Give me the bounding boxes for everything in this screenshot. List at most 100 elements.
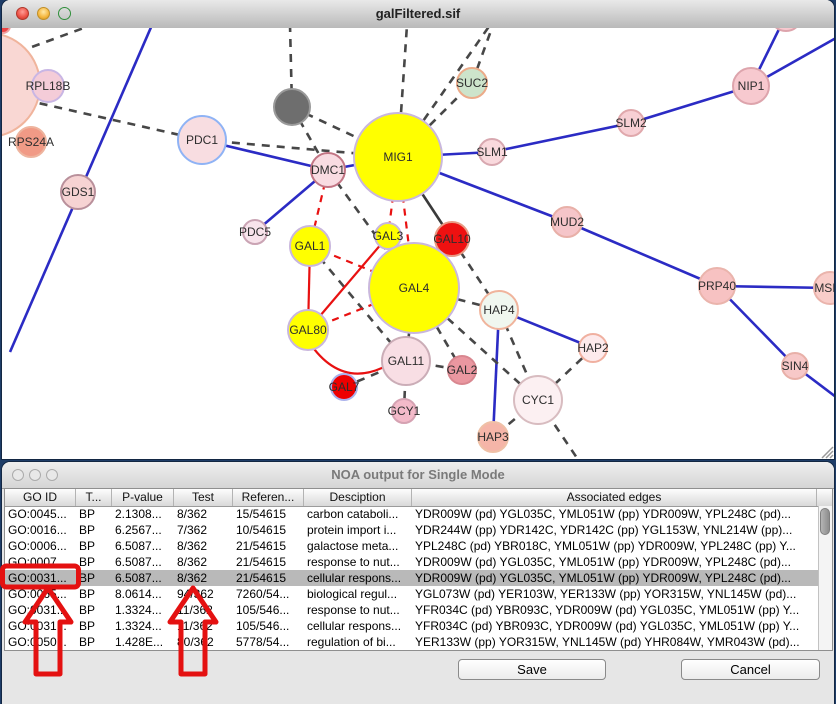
graph-node-label: GDS1 xyxy=(62,185,95,199)
graph-node-label: RPS24A xyxy=(8,135,54,149)
graph-node-label: PDC1 xyxy=(186,133,218,147)
table-cell: YER133W (pp) YOR315W, YNL145W (pd) YHR08… xyxy=(412,634,817,650)
table-cell: carbon cataboli... xyxy=(304,506,412,522)
graph-node-label: CYC1 xyxy=(522,393,554,407)
network-window-titlebar[interactable]: galFiltered.sif xyxy=(2,0,834,29)
graph-node-label: MSL1 xyxy=(814,281,834,295)
resize-grip[interactable] xyxy=(818,443,834,459)
table-cell: 7/362 xyxy=(174,522,233,538)
graph-node-label: GAL4 xyxy=(399,281,430,295)
vertical-scrollbar[interactable] xyxy=(818,506,832,650)
column-header-test[interactable]: Test xyxy=(174,489,233,506)
table-cell: 8/362 xyxy=(174,506,233,522)
noa-output-window: NOA output for Single Mode GO IDT...P-va… xyxy=(2,462,834,704)
graph-node-label: GAL80 xyxy=(289,323,327,337)
table-cell: BP xyxy=(76,602,112,618)
table-row[interactable]: GO:0016...BP6.2567...7/36210/54615protei… xyxy=(5,522,818,538)
graph-node-label: MIG1 xyxy=(383,150,413,164)
network-svg: RPL18BRPS24AGDS1PDC1DMC1MIG1SUC2SLM1SLM2… xyxy=(2,28,834,459)
table-row[interactable]: GO:0007...BP6.5087...8/36221/54615respon… xyxy=(5,554,818,570)
graph-node-label: HAP2 xyxy=(577,341,609,355)
graph-node-label: SIN4 xyxy=(782,359,809,373)
table-cell: response to nut... xyxy=(304,602,412,618)
scrollbar-thumb[interactable] xyxy=(820,508,830,535)
graph-edge[interactable] xyxy=(567,222,717,286)
table-cell: 105/546... xyxy=(233,618,304,634)
table-cell: BP xyxy=(76,506,112,522)
table-cell: 15/54615 xyxy=(233,506,304,522)
table-cell: 1.3324... xyxy=(112,602,174,618)
graph-node-label: HAP4 xyxy=(483,303,515,317)
graph-edge[interactable] xyxy=(492,123,631,152)
graph-node-cornerdot[interactable] xyxy=(2,28,10,33)
table-cell: 2.1308... xyxy=(112,506,174,522)
column-header-go-id[interactable]: GO ID xyxy=(5,489,76,506)
column-header-desciption[interactable]: Desciption xyxy=(304,489,412,506)
table-row[interactable]: GO:0031...BP6.5087...8/36221/54615cellul… xyxy=(5,570,818,586)
table-cell: YDR244W (pp) YDR142C, YDR142C (pp) YGL15… xyxy=(412,522,817,538)
table-cell: galactose meta... xyxy=(304,538,412,554)
noa-window-titlebar[interactable]: NOA output for Single Mode xyxy=(2,462,834,489)
graph-edge[interactable] xyxy=(18,28,92,52)
save-button[interactable]: Save xyxy=(458,659,606,680)
table-cell: 21/54615 xyxy=(233,554,304,570)
graph-node-label: HAP3 xyxy=(477,430,509,444)
table-cell: BP xyxy=(76,634,112,650)
table-cell: 94/362 xyxy=(174,586,233,602)
noa-window-title: NOA output for Single Mode xyxy=(2,467,834,482)
column-header-p-value[interactable]: P-value xyxy=(112,489,174,506)
table-cell: YPL248C (pd) YBR018C, YML051W (pp) YDR00… xyxy=(412,538,817,554)
table-cell: 10/54615 xyxy=(233,522,304,538)
table-cell: YGL073W (pd) YER103W, YER133W (pp) YOR31… xyxy=(412,586,817,602)
graph-node-label: MUD2 xyxy=(550,215,584,229)
table-cell: GO:0045... xyxy=(5,506,76,522)
graph-node-label: GAL7 xyxy=(329,380,360,394)
table-cell: BP xyxy=(76,586,112,602)
graph-node-label: SUC2 xyxy=(456,76,488,90)
graph-node-label: SLM2 xyxy=(615,116,647,130)
table-cell: GO:0050... xyxy=(5,634,76,650)
network-canvas[interactable]: RPL18BRPS24AGDS1PDC1DMC1MIG1SUC2SLM1SLM2… xyxy=(2,28,834,459)
graph-node-label: GAL2 xyxy=(447,363,478,377)
graph-node-graynode[interactable] xyxy=(274,89,310,125)
column-header-referen-[interactable]: Referen... xyxy=(233,489,304,506)
table-cell: YFR034C (pd) YBR093C, YDR009W (pd) YGL03… xyxy=(412,618,817,634)
table-row[interactable]: GO:0031...BP1.3324...11/362105/546...cel… xyxy=(5,618,818,634)
table-cell: 105/546... xyxy=(233,602,304,618)
table-cell: regulation of bi... xyxy=(304,634,412,650)
table-cell: 6.5087... xyxy=(112,554,174,570)
table-cell: 11/362 xyxy=(174,618,233,634)
column-header-associated-edges[interactable]: Associated edges xyxy=(412,489,817,506)
column-header-t-[interactable]: T... xyxy=(76,489,112,506)
table-row[interactable]: GO:0045...BP2.1308...8/36215/54615carbon… xyxy=(5,506,818,522)
cancel-button[interactable]: Cancel xyxy=(681,659,820,680)
table-cell: YFR034C (pd) YBR093C, YDR009W (pd) YGL03… xyxy=(412,602,817,618)
graph-node-label: GAL1 xyxy=(295,239,326,253)
results-table: GO IDT...P-valueTestReferen...Desciption… xyxy=(4,488,833,651)
table-cell: GO:0031... xyxy=(5,570,76,586)
table-row[interactable]: GO:0006...BP6.5087...8/36221/54615galact… xyxy=(5,538,818,554)
graph-node-label: SLM1 xyxy=(476,145,508,159)
table-row[interactable]: GO:0031...BP1.3324...11/362105/546...res… xyxy=(5,602,818,618)
graph-edge[interactable] xyxy=(25,100,202,140)
table-cell: GO:0031... xyxy=(5,618,76,634)
table-cell: 6.2567... xyxy=(112,522,174,538)
table-row[interactable]: GO:0065...BP8.0614...94/3627260/54...bio… xyxy=(5,586,818,602)
graph-node-label: NIP1 xyxy=(738,79,765,93)
table-cell: YDR009W (pd) YGL035C, YML051W (pp) YDR00… xyxy=(412,554,817,570)
table-cell: protein import i... xyxy=(304,522,412,538)
graph-node-label: GAL3 xyxy=(373,229,404,243)
table-cell: BP xyxy=(76,554,112,570)
table-cell: 8/362 xyxy=(174,554,233,570)
table-row[interactable]: GO:0050...BP1.428E...80/3625778/54...reg… xyxy=(5,634,818,650)
table-cell: 8/362 xyxy=(174,570,233,586)
table-cell: 1.428E... xyxy=(112,634,174,650)
graph-node-label: GAL11 xyxy=(388,354,425,368)
graph-node-topright[interactable] xyxy=(770,28,802,31)
table-cell: YDR009W (pd) YGL035C, YML051W (pp) YDR00… xyxy=(412,570,817,586)
table-cell: GO:0031... xyxy=(5,602,76,618)
table-cell: BP xyxy=(76,618,112,634)
graph-node-label: GAL10 xyxy=(433,232,471,246)
table-cell: cellular respons... xyxy=(304,570,412,586)
table-cell: GO:0006... xyxy=(5,538,76,554)
